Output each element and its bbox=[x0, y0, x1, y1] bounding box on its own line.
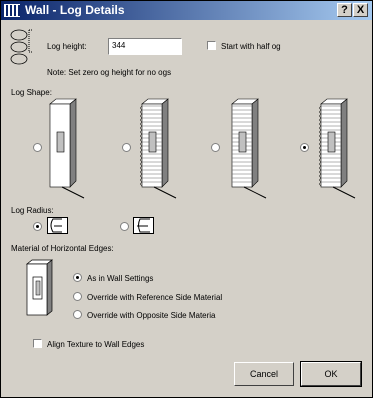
log-shape-radio-2[interactable] bbox=[122, 143, 131, 152]
wall-shape-rounded-rounded-icon bbox=[314, 98, 358, 202]
log-details-dialog: Wall - Log Details ? X Log height: 344 S… bbox=[0, 0, 373, 398]
wall-shape-flat-rounded-icon bbox=[225, 98, 269, 202]
log-height-label: Log height: bbox=[47, 42, 87, 51]
ok-button[interactable]: OK bbox=[300, 361, 362, 387]
material-option-wall-settings: As in Wall Settings bbox=[87, 274, 154, 283]
align-texture-label: Align Texture to Wall Edges bbox=[47, 340, 145, 349]
align-texture-checkbox[interactable] bbox=[33, 339, 42, 348]
material-option-opposite-side: Override with Opposite Side Materia bbox=[87, 311, 216, 320]
cancel-button[interactable]: Cancel bbox=[234, 362, 294, 386]
start-half-log-label: Start with half og bbox=[221, 42, 281, 51]
log-height-icon bbox=[9, 29, 39, 69]
material-label: Material of Horizontal Edges: bbox=[11, 244, 114, 253]
log-radius-inner-icon bbox=[133, 217, 155, 237]
start-half-log-checkbox[interactable] bbox=[207, 41, 216, 50]
material-radio-wall-settings[interactable] bbox=[73, 273, 82, 282]
log-height-note: Note: Set zero og height for no ogs bbox=[47, 68, 172, 77]
wall-edge-icon bbox=[25, 259, 55, 321]
log-radius-label: Log Radius: bbox=[11, 206, 54, 215]
log-shape-radio-4[interactable] bbox=[300, 143, 309, 152]
log-radius-outer-icon bbox=[47, 217, 69, 237]
log-height-input[interactable]: 344 bbox=[108, 38, 182, 55]
material-option-reference-side: Override with Reference Side Material bbox=[87, 293, 223, 302]
log-radius-radio-2[interactable] bbox=[120, 222, 129, 231]
log-shape-radio-3[interactable] bbox=[211, 143, 220, 152]
window-title: Wall - Log Details bbox=[25, 3, 125, 17]
log-shape-label: Log Shape: bbox=[11, 88, 52, 97]
wall-shape-flat-flat-icon bbox=[46, 98, 90, 202]
wall-app-icon bbox=[4, 4, 20, 19]
help-button[interactable]: ? bbox=[337, 3, 352, 17]
title-bar: Wall - Log Details ? X bbox=[1, 1, 372, 20]
material-radio-reference-side[interactable] bbox=[73, 292, 82, 301]
log-shape-radio-1[interactable] bbox=[33, 143, 42, 152]
material-radio-opposite-side[interactable] bbox=[73, 310, 82, 319]
wall-shape-rounded-flat-icon bbox=[135, 98, 179, 202]
close-button[interactable]: X bbox=[353, 3, 368, 17]
log-radius-radio-1[interactable] bbox=[33, 222, 42, 231]
